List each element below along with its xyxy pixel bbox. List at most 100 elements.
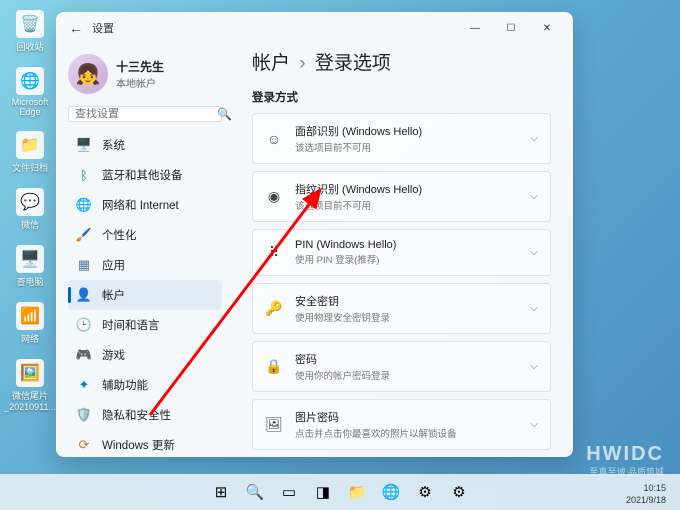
nav-icon: 🌐 <box>76 197 92 213</box>
option-card-2[interactable]: ⠿ PIN (Windows Hello)使用 PIN 登录(推荐) ⌵ <box>252 229 551 276</box>
desktop-icon-edge[interactable]: 🌐Microsoft Edge <box>8 67 52 117</box>
folder-icon: 📁 <box>16 131 44 159</box>
nav-label: 辅助功能 <box>102 377 148 393</box>
desktop-icon-network[interactable]: 📶网络 <box>8 302 52 345</box>
chevron-right-icon: › <box>299 53 305 74</box>
titlebar: ← 设置 — ☐ ✕ <box>56 12 573 44</box>
breadcrumb-root[interactable]: 帐户 <box>252 53 290 74</box>
clock[interactable]: 10:15 2021/9/18 <box>626 482 666 506</box>
wechat-icon: 💬 <box>16 188 44 216</box>
taskbar-app1[interactable]: ⚙ <box>410 477 440 507</box>
nav-item-10[interactable]: ⟳Windows 更新 <box>68 430 222 457</box>
desktop-icon-wechat[interactable]: 💬微信 <box>8 188 52 231</box>
nav-label: 蓝牙和其他设备 <box>102 167 183 183</box>
profile-sub: 本地帐户 <box>116 75 164 90</box>
window-body: 👧 十三先生 本地帐户 🔍 🖥️ 系统 ᛒ蓝牙和其他设备 🌐 网络和 Internet 🖌… <box>56 44 573 457</box>
profile[interactable]: 👧 十三先生 本地帐户 <box>68 50 222 104</box>
option-title: 图片密码 <box>295 409 518 425</box>
search-box[interactable]: 🔍 <box>68 106 222 122</box>
nav-icon: 🕒 <box>76 317 92 333</box>
option-title: 密码 <box>295 351 518 367</box>
nav-item-0[interactable]: 🖥️ 系统 <box>68 130 222 160</box>
taskbar-settings[interactable]: ⚙ <box>444 477 474 507</box>
nav-icon: 🎮 <box>76 347 92 363</box>
sidebar: 👧 十三先生 本地帐户 🔍 🖥️ 系统 ᛒ蓝牙和其他设备 🌐 网络和 Internet 🖌… <box>56 44 234 457</box>
option-card-3[interactable]: 🔑 安全密钥使用物理安全密钥登录 ⌵ <box>252 283 551 334</box>
option-icon: ⠿ <box>265 244 283 262</box>
breadcrumb-current: 登录选项 <box>315 53 391 74</box>
taskbar-search[interactable]: 🔍 <box>240 477 270 507</box>
option-title: 面部识别 (Windows Hello) <box>295 123 518 139</box>
chevron-down-icon: ⌵ <box>530 133 538 144</box>
back-button[interactable]: ← <box>64 16 88 40</box>
option-desc: 使用 PIN 登录(推荐) <box>295 252 518 266</box>
nav-icon: ⟳ <box>76 437 92 453</box>
nav-icon: 🛡️ <box>76 407 92 423</box>
profile-name: 十三先生 <box>116 58 164 75</box>
network-icon: 📶 <box>16 302 44 330</box>
main-content: 帐户 › 登录选项 登录方式 ☺面部识别 (Windows Hello)该选项目… <box>234 44 573 457</box>
maximize-button[interactable]: ☐ <box>493 14 529 42</box>
option-title: PIN (Windows Hello) <box>295 239 518 251</box>
nav-item-6[interactable]: 🕒 时间和语言 <box>68 310 222 340</box>
taskbar-explorer[interactable]: 📁 <box>342 477 372 507</box>
option-desc: 该选项目前不可用 <box>295 140 518 154</box>
option-desc: 该选项目前不可用 <box>295 198 518 212</box>
nav-label: 系统 <box>102 137 125 153</box>
nav-item-4[interactable]: ▦应用 <box>68 250 222 280</box>
option-icon: ◉ <box>265 188 283 206</box>
nav-item-3[interactable]: 🖌️ 个性化 <box>68 220 222 250</box>
search-input[interactable] <box>75 108 217 120</box>
nav-label: 时间和语言 <box>102 317 160 333</box>
nav-item-9[interactable]: 🛡️ 隐私和安全性 <box>68 400 222 430</box>
nav-icon: 🖥️ <box>76 137 92 153</box>
option-icon: 🖼 <box>265 416 283 434</box>
desktop-icon-pc[interactable]: 🖥️查电脑 <box>8 245 52 288</box>
breadcrumb: 帐户 › 登录选项 <box>252 48 551 75</box>
option-card-5[interactable]: 🖼 图片密码点击并点击你最喜欢的照片以解锁设备 ⌵ <box>252 399 551 450</box>
nav-label: 个性化 <box>102 227 137 243</box>
option-desc: 使用你的帐户密码登录 <box>295 368 518 382</box>
nav-item-2[interactable]: 🌐 网络和 Internet <box>68 190 222 220</box>
recycle-icon: 🗑️ <box>16 10 44 38</box>
nav-label: 网络和 Internet <box>102 197 179 213</box>
option-card-1[interactable]: ◉指纹识别 (Windows Hello)该选项目前不可用⌵ <box>252 171 551 222</box>
chevron-down-icon: ⌵ <box>530 361 538 372</box>
desktop-icon-folder[interactable]: 📁文件归档 <box>8 131 52 174</box>
nav-item-8[interactable]: ✦ 辅助功能 <box>68 370 222 400</box>
option-title: 安全密钥 <box>295 293 518 309</box>
nav-item-5[interactable]: 👤帐户 <box>68 280 222 310</box>
nav-item-7[interactable]: 🎮 游戏 <box>68 340 222 370</box>
option-desc: 点击并点击你最喜欢的照片以解锁设备 <box>295 426 518 440</box>
option-title: 指纹识别 (Windows Hello) <box>295 181 518 197</box>
option-icon: 🔑 <box>265 300 283 318</box>
nav-icon: 🖌️ <box>76 227 92 243</box>
taskbar-edge[interactable]: 🌐 <box>376 477 406 507</box>
chevron-down-icon: ⌵ <box>530 419 538 430</box>
settings-window: ← 设置 — ☐ ✕ 👧 十三先生 本地帐户 🔍 🖥️ 系统 ᛒ蓝牙和其他设备 🌐 网络… <box>56 12 573 457</box>
edge-icon: 🌐 <box>16 67 44 95</box>
desktop-icon-recycle[interactable]: 🗑️回收站 <box>8 10 52 53</box>
taskbar: ⊞ 🔍 ▭ ◨ 📁 🌐 ⚙ ⚙ <box>0 474 680 510</box>
window-title: 设置 <box>92 20 114 36</box>
nav-icon: 👤 <box>76 287 92 303</box>
search-icon: 🔍 <box>217 107 232 121</box>
nav-label: 隐私和安全性 <box>102 407 171 423</box>
minimize-button[interactable]: — <box>457 14 493 42</box>
nav-item-1[interactable]: ᛒ蓝牙和其他设备 <box>68 160 222 190</box>
option-icon: ☺ <box>265 130 283 148</box>
nav-icon: ✦ <box>76 377 92 393</box>
option-card-0[interactable]: ☺ 面部识别 (Windows Hello)该选项目前不可用 ⌵ <box>252 113 551 164</box>
start-button[interactable]: ⊞ <box>206 477 236 507</box>
chevron-down-icon: ⌵ <box>530 303 538 314</box>
option-desc: 使用物理安全密钥登录 <box>295 310 518 324</box>
taskbar-taskview[interactable]: ▭ <box>274 477 304 507</box>
desktop-icon-image[interactable]: 🖼️微信尾片_20210911... <box>8 359 52 412</box>
watermark: HWIDC <box>586 443 664 466</box>
option-card-4[interactable]: 🔒密码使用你的帐户密码登录⌵ <box>252 341 551 392</box>
taskbar-widgets[interactable]: ◨ <box>308 477 338 507</box>
watermark-sub: 至真至诚 品质筑城 <box>589 465 664 478</box>
chevron-down-icon: ⌵ <box>530 247 538 258</box>
nav-label: 游戏 <box>102 347 125 363</box>
close-button[interactable]: ✕ <box>529 14 565 42</box>
